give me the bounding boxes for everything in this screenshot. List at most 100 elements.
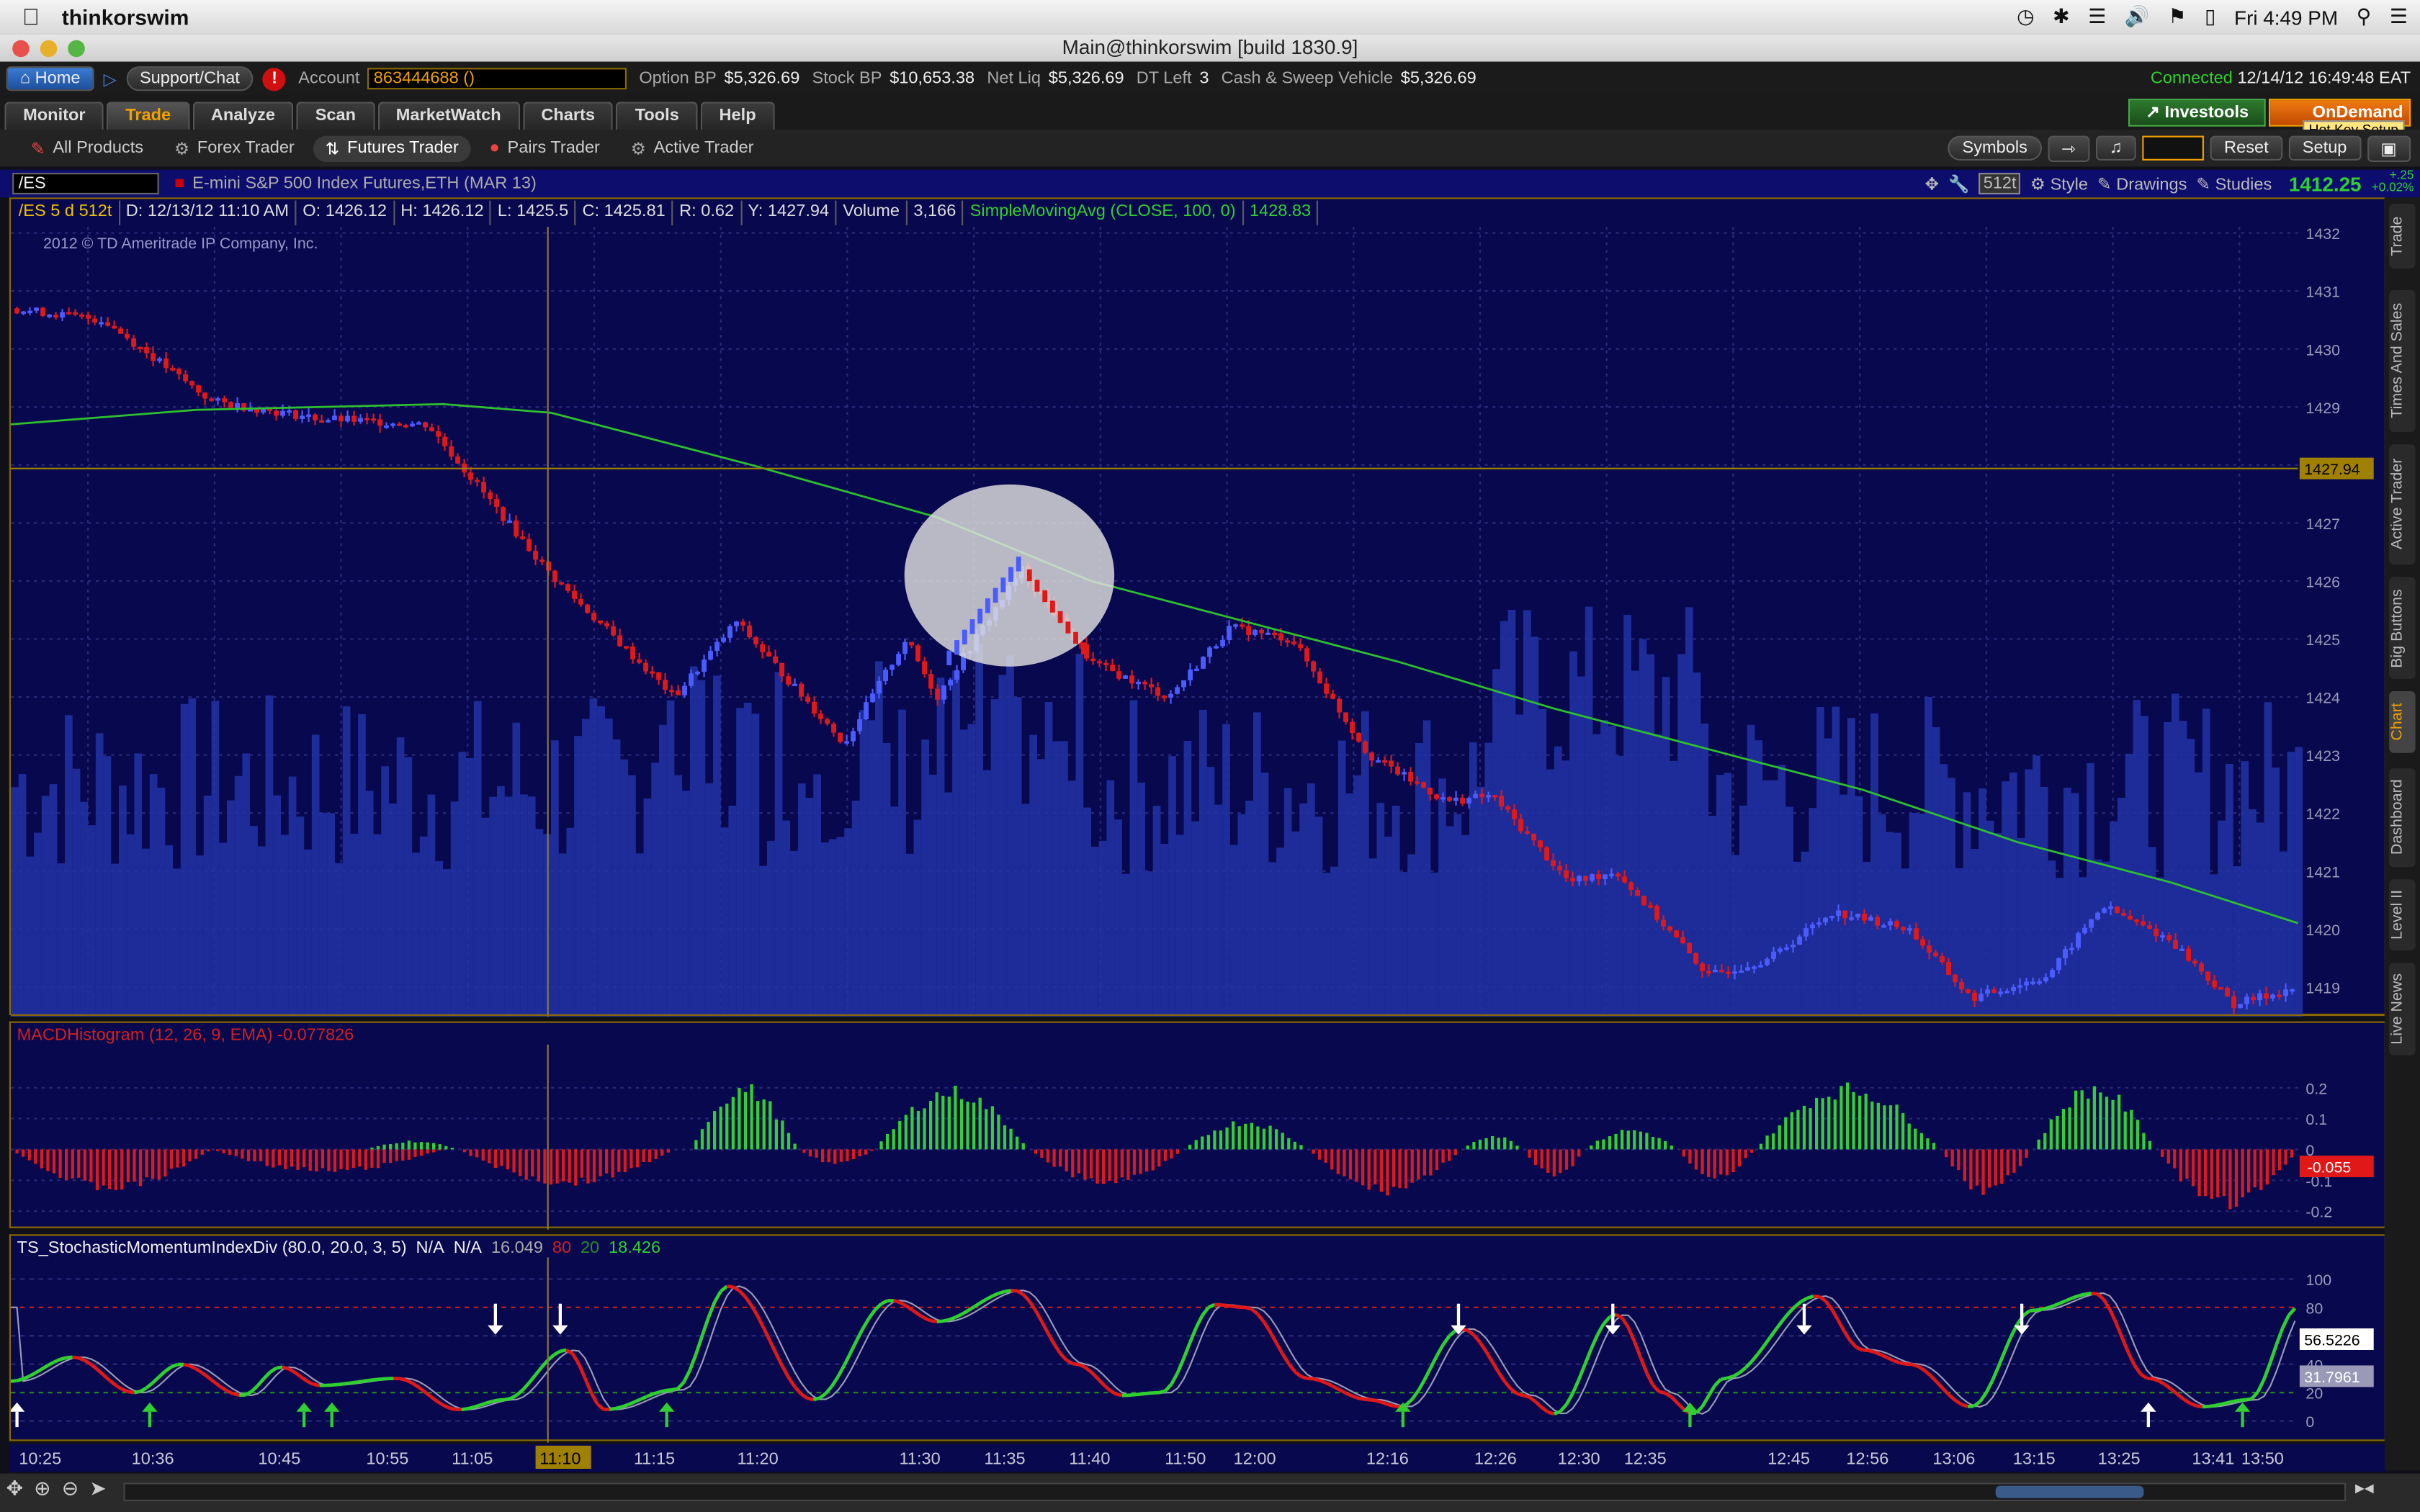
subtab-futures-trader[interactable]: ⇅ Futures Trader: [313, 135, 471, 161]
stoch-main-line: [356, 1380, 363, 1384]
drawings-button[interactable]: ✎ Drawings: [2097, 174, 2187, 194]
macd-chart[interactable]: 0.20.10-0.1-0.2-0.055: [11, 1023, 2388, 1230]
stochastic-pane[interactable]: 10080604020056.522631.7961 TS_Stochastic…: [9, 1234, 2388, 1443]
reset-button[interactable]: Reset: [2210, 135, 2282, 161]
search-icon[interactable]: ⚲: [2357, 4, 2371, 29]
subtab-pairs-trader[interactable]: ● Pairs Trader: [477, 136, 612, 161]
vtab-level-ii[interactable]: Level II: [2389, 879, 2416, 950]
volume-bar: [2102, 861, 2110, 1017]
aggregation-button[interactable]: 512t: [1978, 173, 2022, 194]
vtab-trade[interactable]: Trade: [2389, 203, 2416, 269]
tab-charts[interactable]: Charts: [522, 102, 614, 130]
tab-scan[interactable]: Scan: [296, 102, 375, 130]
stoch-main-line: [1466, 1328, 1475, 1337]
minimize-icon[interactable]: [40, 40, 58, 58]
stoch-main-line: [609, 1406, 617, 1411]
home-button[interactable]: ⌂ Home: [6, 66, 94, 91]
candle-body: [902, 642, 908, 654]
zoom-icon[interactable]: [68, 40, 85, 58]
stoch-main-line: [1781, 1312, 1791, 1322]
vtab-live-news[interactable]: Live News: [2389, 963, 2416, 1056]
detach-icon[interactable]: ▣: [2367, 135, 2411, 161]
style-button[interactable]: ⚙ Style: [2030, 174, 2088, 194]
volume-bar: [859, 710, 868, 1017]
account-label: Account: [298, 69, 360, 89]
subtab-active-trader[interactable]: ⚙ Active Trader: [619, 135, 766, 161]
tab-monitor[interactable]: Monitor: [4, 102, 104, 130]
volume-bar: [1762, 780, 1770, 1017]
wrench-icon[interactable]: 🔧: [1948, 174, 1969, 194]
candle-body: [1233, 624, 1238, 627]
candle-body: [1991, 989, 1996, 993]
volume-bar: [805, 798, 814, 1017]
stoch-signal-line: [11, 1285, 2296, 1415]
tab-tools[interactable]: Tools: [617, 102, 698, 130]
timemachine-icon[interactable]: ◷: [2017, 4, 2034, 29]
studies-button[interactable]: ✎ Studies: [2196, 174, 2272, 194]
app-menu[interactable]: thinkorswim: [62, 4, 189, 29]
account-select[interactable]: 863444688 (): [367, 68, 627, 90]
vtab-times-sales[interactable]: Times And Sales: [2389, 289, 2416, 432]
volume-bar: [489, 796, 497, 1017]
symbols-button[interactable]: Symbols: [1948, 135, 2042, 161]
investools-button[interactable]: ↗ Investools: [2128, 99, 2266, 127]
expand-icon[interactable]: ▸◂: [2355, 1477, 2374, 1498]
clock[interactable]: Fri 4:49 PM: [2234, 6, 2338, 29]
candle-body: [170, 368, 175, 371]
bluetooth-icon[interactable]: ✱: [2053, 4, 2069, 29]
vtab-big-buttons[interactable]: Big Buttons: [2389, 577, 2416, 679]
scrollbar-thumb[interactable]: [1995, 1485, 2144, 1498]
tab-help[interactable]: Help: [700, 102, 775, 130]
stoch-main-line: [1942, 1387, 1951, 1397]
tab-marketwatch[interactable]: MarketWatch: [377, 102, 520, 130]
macd-pane[interactable]: 0.2 0.1 0 -0.1 -0.2 -0.055 MACDHistogram (12,…: [9, 1021, 2388, 1230]
candle-body: [1648, 905, 1653, 908]
tab-trade[interactable]: Trade: [107, 102, 189, 130]
symbol-input[interactable]: /ES: [12, 173, 159, 194]
main-tabs: Monitor Trade Analyze Scan MarketWatch C…: [0, 95, 2420, 139]
battery-icon[interactable]: ▯: [2205, 4, 2215, 29]
zoom-out-icon[interactable]: ⊖: [62, 1477, 79, 1501]
vtab-dashboard[interactable]: Dashboard: [2389, 768, 2416, 868]
stoch-tick-label: 20: [2305, 1385, 2323, 1403]
apple-icon[interactable]: : [0, 4, 62, 30]
volume-icon[interactable]: 🔊: [2125, 4, 2150, 29]
alert-icon[interactable]: !: [263, 67, 287, 91]
wifi-icon[interactable]: ☰: [2088, 4, 2106, 29]
setup-button[interactable]: Setup: [2288, 135, 2361, 161]
subtab-all-products[interactable]: ✎ All Products: [19, 135, 156, 161]
macd-tick-label: -0.2: [2305, 1204, 2332, 1221]
bell-icon[interactable]: ♫: [2095, 135, 2136, 161]
candle-body: [1227, 626, 1232, 640]
favorite-icon[interactable]: ■: [174, 174, 184, 193]
stoch-main-line: [2096, 1292, 2105, 1301]
menu-icon[interactable]: ☰: [2390, 4, 2408, 29]
price-pane[interactable]: 1432143114301429142814271426142514241423…: [9, 197, 2388, 1017]
support-chat-button[interactable]: Support/Chat: [125, 66, 254, 91]
vtab-active-trader[interactable]: Active Trader: [2389, 444, 2416, 565]
cursor-icon[interactable]: ➤: [89, 1477, 106, 1501]
candle-body: [364, 418, 369, 420]
link-select[interactable]: [2142, 135, 2205, 161]
pan-icon[interactable]: ✥: [6, 1477, 23, 1501]
price-chart[interactable]: 1432143114301429142814271426142514241423…: [11, 199, 2388, 1017]
stoch-main-line: [1083, 1365, 1093, 1374]
vtab-chart[interactable]: Chart: [2389, 691, 2416, 753]
crosshair-icon[interactable]: ✥: [1924, 174, 1939, 194]
volume-bar: [265, 695, 274, 1017]
candle-body: [838, 732, 843, 742]
horizontal-scrollbar[interactable]: [123, 1482, 2347, 1501]
close-icon[interactable]: [12, 40, 30, 58]
stochastic-chart[interactable]: 10080604020056.522631.7961: [11, 1236, 2388, 1443]
volume-bar: [1631, 670, 1639, 1017]
link-icon[interactable]: ⇾: [2047, 135, 2090, 161]
stoch-main-line: [381, 1377, 388, 1381]
candle-body: [73, 312, 78, 315]
subtab-forex-trader[interactable]: ⚙ Forex Trader: [162, 135, 307, 161]
tab-analyze[interactable]: Analyze: [192, 102, 294, 130]
flag-icon[interactable]: ⚑: [2168, 4, 2186, 29]
candle-body: [151, 353, 156, 361]
stoch-main-line: [145, 1381, 154, 1390]
stoch-main-line: [163, 1365, 173, 1373]
zoom-in-icon[interactable]: ⊕: [34, 1477, 50, 1501]
